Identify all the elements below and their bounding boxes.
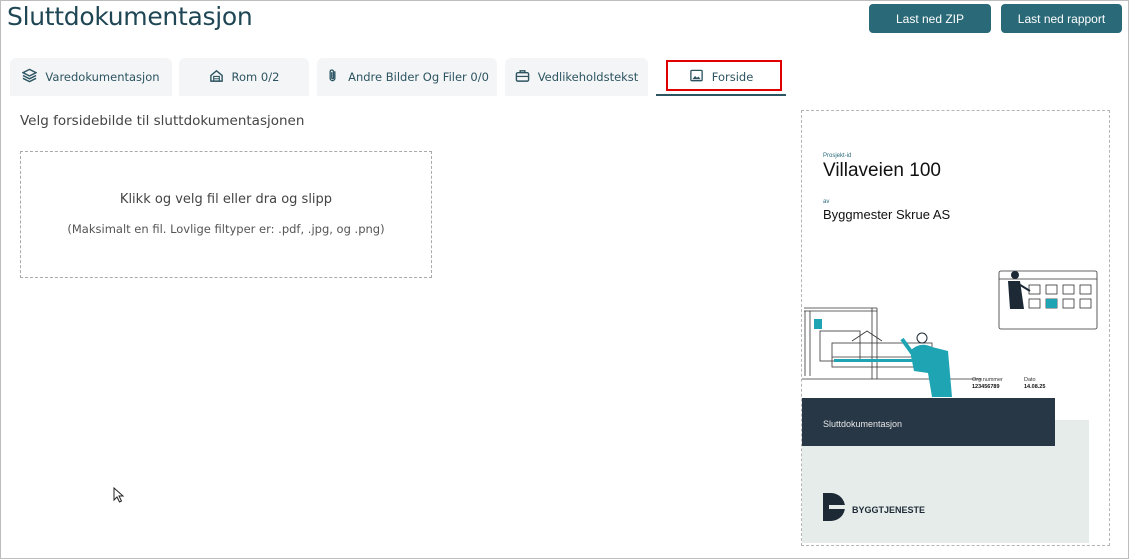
download-zip-button[interactable]: Last ned ZIP <box>869 4 991 33</box>
page-title: Sluttdokumentasjon <box>7 2 253 31</box>
byggtjeneste-logo-icon <box>823 493 845 521</box>
tab-label: Rom 0/2 <box>231 70 280 84</box>
preview-logo-text: BYGGTJENESTE <box>852 505 926 515</box>
cover-preview: Prosjekt-id Villaveien 100 av Byggmester… <box>801 110 1110 546</box>
preview-company: Byggmester Skrue AS <box>823 207 951 222</box>
paperclip-icon <box>325 68 340 86</box>
tab-vedlikeholdstekst[interactable]: Vedlikeholdstekst <box>505 58 648 96</box>
dropzone-title: Klikk og velg fil eller dra og slipp <box>119 192 333 207</box>
date-label: Dato <box>1024 377 1036 383</box>
file-dropzone[interactable]: Klikk og velg fil eller dra og slipp (Ma… <box>20 151 432 278</box>
preview-by-label: av <box>823 199 830 205</box>
tab-label: Andre Bilder Og Filer 0/0 <box>348 70 489 84</box>
active-tab-indicator <box>656 94 786 96</box>
section-heading: Velg forsidebilde til sluttdokumentasjon… <box>20 113 305 129</box>
annotation-highlight-box <box>666 60 782 91</box>
construction-illustration <box>802 270 1098 397</box>
tab-rom[interactable]: Rom 0/2 <box>179 58 309 96</box>
preview-project-name: Villaveien 100 <box>823 160 941 181</box>
date-value: 14.08.25 <box>1024 384 1046 390</box>
tab-label: Varedokumentasjon <box>45 70 160 84</box>
org-number-label: Org.nummer <box>972 377 1003 383</box>
tab-bar: Varedokumentasjon Rom 0/2 Andre Bilder O… <box>0 58 1129 98</box>
tab-varedokumentasjon[interactable]: Varedokumentasjon <box>10 58 172 96</box>
layers-icon <box>21 68 39 86</box>
mouse-cursor-icon <box>113 486 125 507</box>
project-id-label: Prosjekt-id <box>823 153 852 159</box>
preview-band-text: Sluttdokumentasjon <box>823 419 903 429</box>
download-report-button[interactable]: Last ned rapport <box>1001 4 1122 33</box>
house-icon <box>209 68 224 86</box>
tab-label: Vedlikeholdstekst <box>537 70 639 84</box>
tab-andre-bilder-og-filer[interactable]: Andre Bilder Og Filer 0/0 <box>317 58 497 96</box>
dropzone-subtitle: (Maksimalt en fil. Lovlige filtyper er: … <box>67 222 385 236</box>
org-number-value: 123456789 <box>972 384 1000 390</box>
toolbox-icon <box>515 68 530 86</box>
